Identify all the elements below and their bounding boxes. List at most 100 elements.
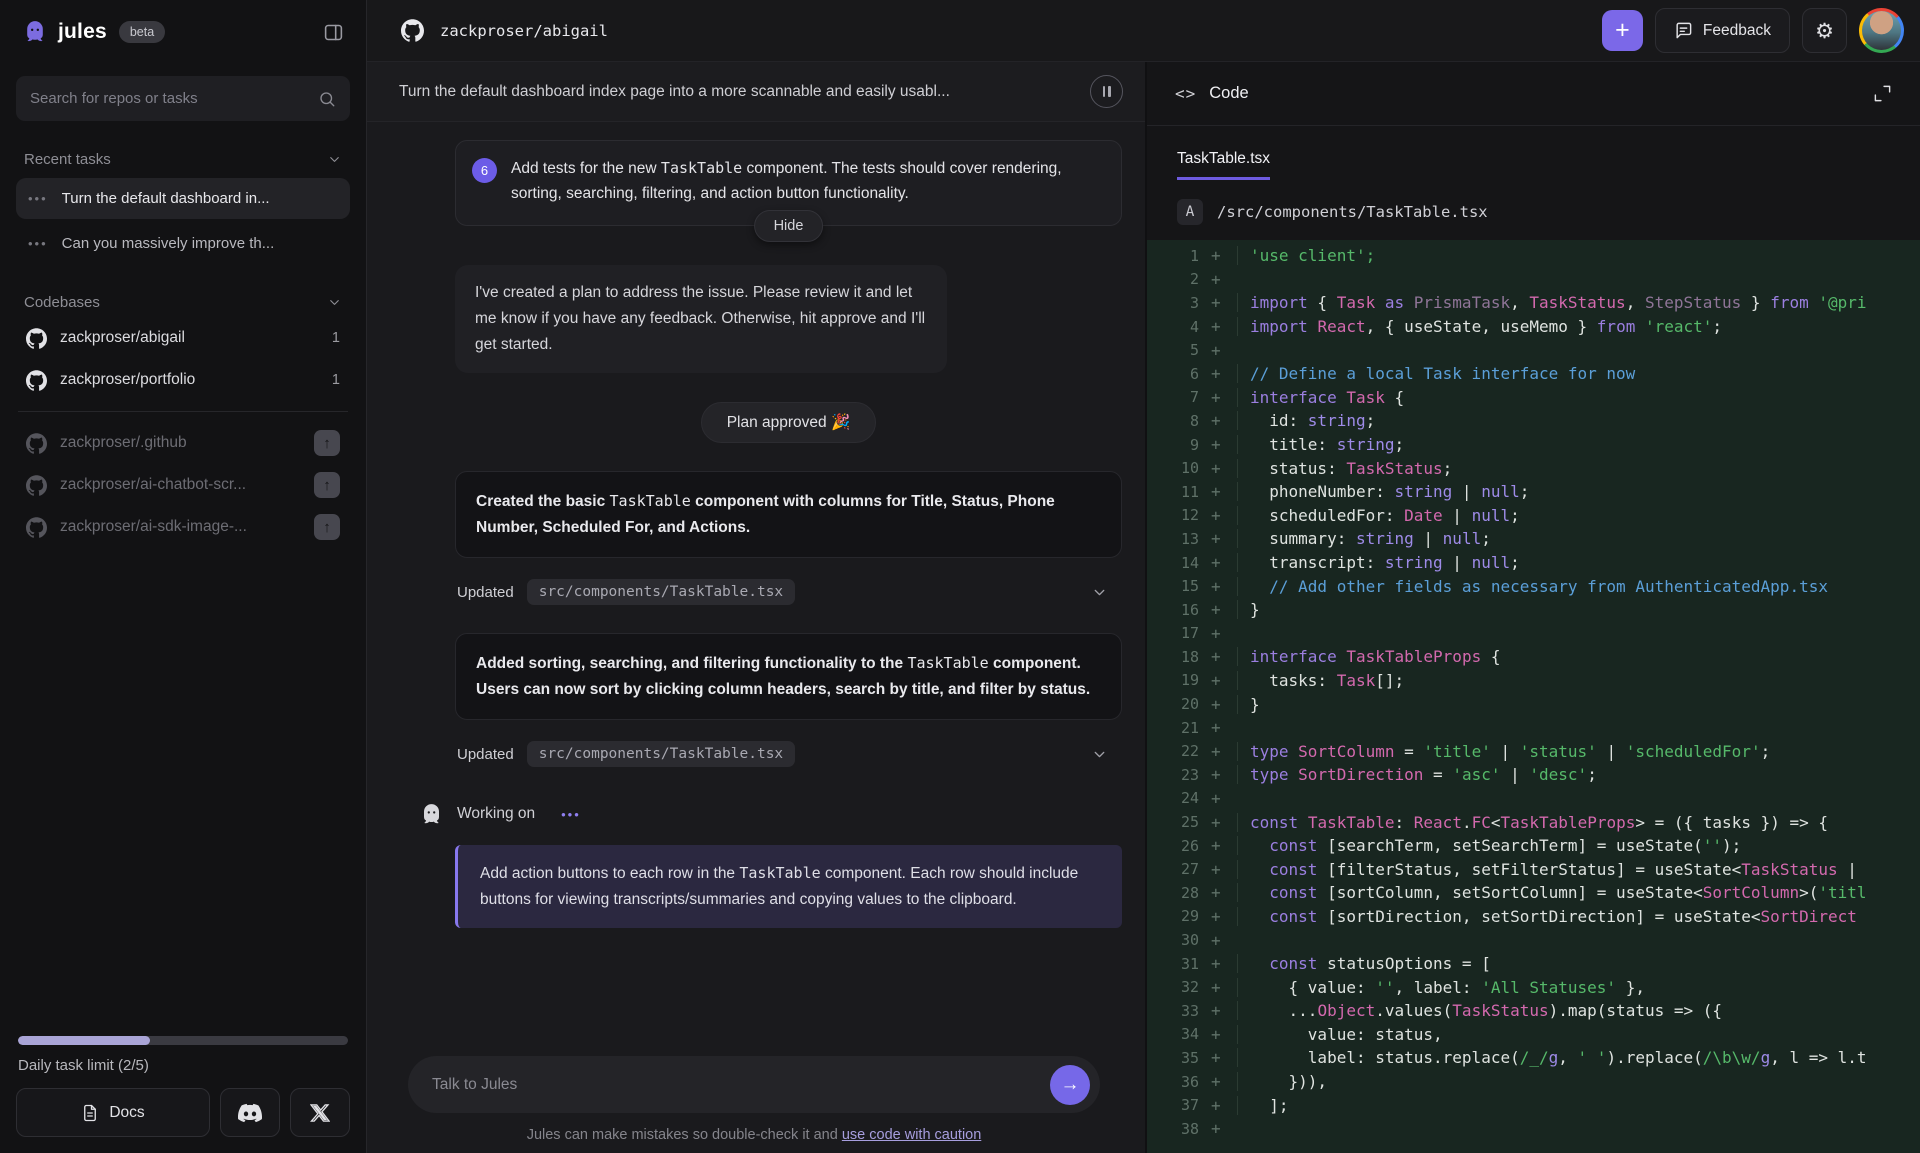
new-task-button[interactable]: + [1602,10,1643,51]
topbar: zackproser/abigail + Feedback ⚙ [367,0,1920,62]
sidebar-item-codebase[interactable]: zackproser/portfolio 1 [16,359,350,401]
disclaimer: Jules can make mistakes so double-check … [408,1127,1100,1143]
hide-plan-button[interactable]: Hide [754,210,824,242]
code-line: 25+const TaskTable: React.FC<TaskTablePr… [1147,810,1920,834]
search-box[interactable] [16,76,350,121]
chevron-down-icon [327,152,342,167]
updated-label: Updated [457,584,514,601]
code-line: 37+ ]; [1147,1093,1920,1117]
code-line: 38+ [1147,1117,1920,1141]
document-icon [81,1104,99,1122]
code-line: 24+ [1147,787,1920,811]
sidebar-toggle-icon[interactable] [323,22,344,43]
updated-file-row[interactable]: Updated src/components/TaskTable.tsx [455,579,1122,605]
code-line: 2+ [1147,268,1920,292]
send-button[interactable]: → [1050,1065,1090,1105]
github-icon [26,328,47,349]
updated-file-row[interactable]: Updated src/components/TaskTable.tsx [455,741,1122,767]
current-step-text: Add action buttons to each row in the Ta… [480,865,1078,908]
code-line: 15+ // Add other fields as necessary fro… [1147,574,1920,598]
recent-tasks-header[interactable]: Recent tasks [24,151,342,168]
updated-file-chip[interactable]: src/components/TaskTable.tsx [527,741,795,767]
code-line: 12+ scheduledFor: Date | null; [1147,504,1920,528]
user-avatar[interactable] [1859,8,1904,53]
updated-label: Updated [457,746,514,763]
working-on-label: Working on [457,805,535,823]
chat-input[interactable] [432,1076,1050,1094]
settings-button[interactable]: ⚙ [1802,8,1847,53]
repo-name: zackproser/abigail [60,329,185,347]
code-line: 34+ value: status, [1147,1023,1920,1047]
code-line: 29+ const [sortDirection, setSortDirecti… [1147,905,1920,929]
recent-tasks-label: Recent tasks [24,151,111,168]
code-line: 33+ ...Object.values(TaskStatus).map(sta… [1147,999,1920,1023]
code-line: 1+'use client'; [1147,244,1920,268]
github-icon [401,19,424,42]
task-label: Can you massively improve th... [62,235,275,252]
code-line: 22+type SortColumn = 'title' | 'status' … [1147,739,1920,763]
working-status-row: Working on ••• [455,805,1122,823]
code-panel-title: Code [1209,84,1248,103]
task-label: Turn the default dashboard in... [62,190,270,207]
divider [18,411,348,412]
sidebar-item-recent-task[interactable]: ••• Turn the default dashboard in... [16,178,350,219]
chat-input-area: → Jules can make mistakes so double-chec… [367,1056,1145,1153]
file-path-row: A /src/components/TaskTable.tsx [1147,180,1920,225]
progress-update-card: Added sorting, searching, and filtering … [455,633,1122,720]
code-line: 36+ })), [1147,1070,1920,1094]
sidebar-item-recent-task[interactable]: ••• Can you massively improve th... [16,223,350,264]
upgrade-arrow-button[interactable]: ↑ [314,514,340,540]
updated-file-chip[interactable]: src/components/TaskTable.tsx [527,579,795,605]
chevron-down-icon[interactable] [1091,746,1108,763]
code-line: 26+ const [searchTerm, setSearchTerm] = … [1147,834,1920,858]
github-icon [26,370,47,391]
code-line: 19+ tasks: Task[]; [1147,669,1920,693]
codebases-header[interactable]: Codebases [24,294,342,311]
discord-button[interactable] [220,1088,280,1137]
code-line: 30+ [1147,928,1920,952]
disclaimer-text: Jules can make mistakes so double-check … [527,1127,842,1143]
code-line: 14+ transcript: string | null; [1147,551,1920,575]
sidebar-item-codebase-inactive[interactable]: zackproser/ai-chatbot-scr... ↑ [16,464,350,506]
chevron-down-icon [327,295,342,310]
chevron-down-icon[interactable] [1091,584,1108,601]
repo-name: zackproser/ai-chatbot-scr... [60,476,246,494]
task-title: Turn the default dashboard index page in… [399,83,950,101]
use-code-with-caution-link[interactable]: use code with caution [842,1127,981,1143]
feedback-button[interactable]: Feedback [1655,8,1790,53]
code-line: 9+ title: string; [1147,433,1920,457]
code-line: 8+ id: string; [1147,409,1920,433]
code-panel-header: <> Code [1147,62,1920,126]
github-icon [26,475,47,496]
code-line: 21+ [1147,716,1920,740]
sidebar-item-codebase-inactive[interactable]: zackproser/.github ↑ [16,422,350,464]
code-line: 17+ [1147,622,1920,646]
search-input[interactable] [30,90,318,107]
expand-icon[interactable] [1873,84,1892,103]
task-limit-progressbar [18,1036,348,1045]
x-twitter-button[interactable] [290,1088,350,1137]
docs-button[interactable]: Docs [16,1088,210,1137]
task-dots-icon: ••• [28,236,48,251]
tab-tasktable[interactable]: TaskTable.tsx [1177,150,1270,180]
task-limit-label: Daily task limit (2/5) [18,1057,348,1074]
upgrade-arrow-button[interactable]: ↑ [314,430,340,456]
code-diff-view[interactable]: 1+'use client';2+3+import { Task as Pris… [1147,240,1920,1153]
repo-name: zackproser/ai-sdk-image-... [60,518,247,536]
file-status-badge: A [1177,199,1203,225]
code-line: 4+import React, { useState, useMemo } fr… [1147,315,1920,339]
talk-input-container[interactable]: → [408,1056,1100,1113]
repo-breadcrumb: zackproser/abigail [440,22,608,40]
step-text: Add tests for the new TaskTable componen… [511,156,1103,206]
plan-approved-badge[interactable]: Plan approved 🎉 [701,402,877,443]
code-line: 11+ phoneNumber: string | null; [1147,480,1920,504]
discord-icon [238,1101,262,1125]
code-line: 6+// Define a local Task interface for n… [1147,362,1920,386]
pause-button[interactable] [1090,75,1123,108]
upgrade-arrow-button[interactable]: ↑ [314,472,340,498]
sidebar-item-codebase-inactive[interactable]: zackproser/ai-sdk-image-... ↑ [16,506,350,548]
github-icon [26,433,47,454]
sidebar-item-codebase[interactable]: zackproser/abigail 1 [16,317,350,359]
code-line: 28+ const [sortColumn, setSortColumn] = … [1147,881,1920,905]
chat-scroll-area[interactable]: 6 Add tests for the new TaskTable compon… [367,122,1145,1056]
